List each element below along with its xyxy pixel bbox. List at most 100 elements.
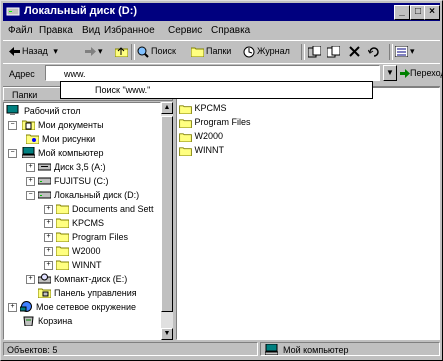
views-dropdown-icon[interactable]: ▾ [410, 46, 415, 56]
go-button[interactable]: Переход [400, 68, 443, 79]
menu-bar: Файл Правка Вид Избранное Сервис Справка [3, 22, 440, 40]
hard-drive-icon [38, 191, 51, 199]
drive-icon [6, 7, 20, 16]
expand-icon[interactable]: − [26, 191, 35, 200]
expand-icon[interactable]: + [8, 303, 17, 312]
scroll-down-icon[interactable]: ▼ [161, 328, 173, 340]
my-pictures-icon [26, 134, 39, 144]
my-computer-icon [22, 147, 35, 158]
delete-x-icon [349, 46, 360, 57]
expand-icon[interactable]: + [44, 205, 53, 214]
history-label: Журнал [257, 46, 290, 56]
window-title: Локальный диск (D:) [24, 5, 138, 17]
control-panel-icon [38, 288, 51, 298]
up-folder-icon [115, 47, 128, 58]
file-item-label: Program Files [194, 117, 251, 127]
back-button[interactable]: Назад ▾ [9, 44, 58, 59]
folder-tree[interactable]: Рабочий стол − Мои документы Мои рисунки… [3, 102, 161, 340]
search-globe-icon [137, 46, 149, 58]
folder-icon [56, 204, 69, 214]
menu-edit[interactable]: Правка [39, 25, 73, 36]
file-item-program-files[interactable]: Program Files [179, 116, 251, 129]
up-button[interactable] [115, 44, 130, 59]
folder-icon [179, 132, 192, 143]
copy-to-icon [327, 45, 340, 58]
recycle-bin-icon [23, 316, 34, 326]
menu-help[interactable]: Справка [211, 25, 250, 36]
views-button[interactable]: ▾ [395, 44, 415, 59]
folder-icon [56, 232, 69, 242]
delete-button[interactable] [349, 44, 362, 59]
file-list[interactable]: KPCMS Program Files W2000 WINNT [176, 87, 440, 340]
history-icon [243, 46, 255, 58]
expand-icon[interactable]: + [44, 261, 53, 270]
address-autocomplete-suggestion[interactable]: Поиск "www." [60, 81, 373, 99]
status-location: Мой компьютер [260, 342, 440, 356]
file-item-label: WINNT [194, 145, 225, 155]
floppy-drive-icon [38, 163, 51, 171]
folder-icon [56, 246, 69, 256]
menu-tools[interactable]: Сервис [168, 25, 202, 36]
status-location-label: Мой компьютер [283, 345, 349, 355]
forward-dropdown-icon[interactable]: ▾ [98, 46, 103, 56]
forward-button[interactable]: ▾ [85, 44, 103, 59]
scroll-up-icon[interactable]: ▲ [161, 102, 173, 114]
address-input[interactable]: www. [45, 65, 380, 81]
scroll-thumb[interactable] [161, 116, 173, 312]
file-item-kpcms[interactable]: KPCMS [179, 102, 227, 115]
folder-icon [179, 104, 192, 115]
back-arrow-icon [9, 47, 20, 57]
menu-view[interactable]: Вид [82, 25, 100, 36]
my-documents-icon [22, 120, 35, 130]
standard-toolbar: Назад ▾ ▾ Поиск Папки Журнал ▾ [3, 40, 440, 64]
expand-icon[interactable]: + [26, 275, 35, 284]
folder-icon [56, 260, 69, 270]
folder-icon [179, 118, 192, 129]
forward-arrow-icon [85, 47, 96, 57]
back-label: Назад [22, 46, 48, 56]
hard-drive-icon [38, 177, 51, 185]
search-label: Поиск [151, 46, 176, 56]
expand-icon[interactable]: − [8, 121, 17, 130]
status-object-count: Объектов: 5 [3, 342, 258, 356]
toolbar-separator [301, 44, 305, 60]
undo-icon [368, 47, 379, 57]
cd-drive-icon [38, 273, 51, 284]
folder-icon [56, 218, 69, 228]
title-bar[interactable]: Локальный диск (D:) _ □ × [3, 3, 440, 21]
go-arrow-icon [400, 69, 410, 79]
expand-icon[interactable]: + [26, 163, 35, 172]
address-label: Адрес [9, 69, 35, 79]
back-dropdown-icon[interactable]: ▾ [53, 46, 58, 56]
file-item-label: W2000 [194, 131, 224, 141]
move-to-button[interactable] [308, 44, 323, 59]
copy-to-button[interactable] [327, 44, 342, 59]
history-button[interactable]: Журнал [243, 44, 290, 59]
menu-file[interactable]: Файл [8, 25, 33, 36]
file-item-w2000[interactable]: W2000 [179, 130, 224, 143]
status-bar: Объектов: 5 Мой компьютер [3, 341, 440, 358]
folder-tree-scrollbar[interactable]: ▲ ▼ [161, 102, 173, 340]
expand-icon[interactable]: − [8, 149, 17, 158]
views-icon [395, 46, 408, 58]
minimize-button[interactable]: _ [394, 5, 410, 20]
menu-favorites[interactable]: Избранное [104, 25, 155, 36]
undo-button[interactable] [368, 44, 382, 59]
expand-icon[interactable]: + [44, 233, 53, 242]
address-dropdown-button[interactable]: ▼ [383, 65, 397, 81]
move-to-icon [308, 45, 321, 58]
folders-icon [191, 47, 204, 58]
folders-button[interactable]: Папки [191, 44, 231, 59]
file-item-label: KPCMS [194, 103, 227, 113]
expand-icon[interactable]: + [44, 219, 53, 228]
folders-label: Папки [206, 46, 232, 56]
explorer-window: Локальный диск (D:) _ □ × Файл Правка Ви… [0, 0, 443, 361]
go-label: Переход [410, 68, 443, 78]
close-button[interactable]: × [424, 5, 440, 20]
desktop-icon [6, 105, 19, 115]
expand-icon[interactable]: + [44, 247, 53, 256]
toolbar-separator [389, 44, 393, 60]
expand-icon[interactable]: + [26, 177, 35, 186]
file-item-winnt[interactable]: WINNT [179, 144, 225, 157]
search-button[interactable]: Поиск [137, 44, 176, 59]
